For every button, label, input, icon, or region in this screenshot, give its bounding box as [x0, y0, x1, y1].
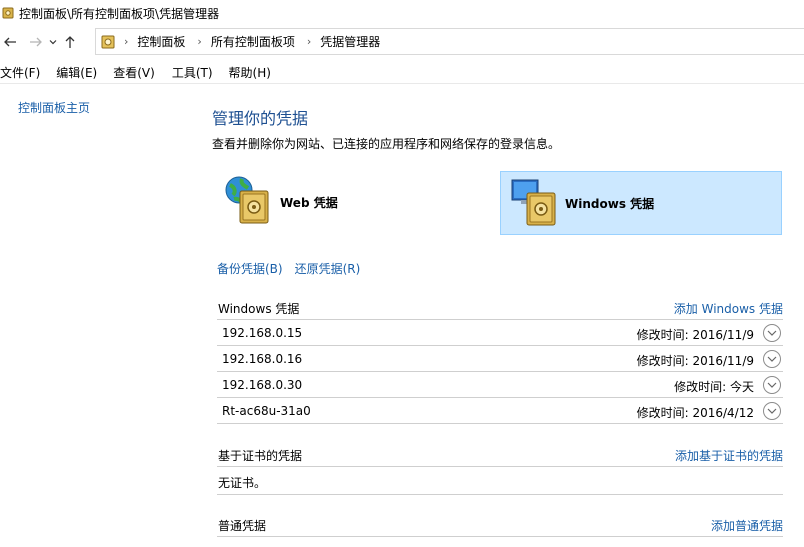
credential-row[interactable]: Rt-ac68u-31a0 修改时间: 2016/4/12	[217, 398, 783, 424]
certificate-credentials-section: 基于证书的凭据 添加基于证书的凭据 无证书。	[217, 443, 783, 495]
credential-modified: 修改时间: 今天	[674, 380, 754, 394]
expand-chevron-icon[interactable]	[763, 376, 781, 394]
menu-edit[interactable]: 编辑(E)	[56, 64, 97, 81]
breadcrumb-separator-icon: ›	[124, 35, 129, 48]
address-bar[interactable]: › 控制面板 › 所有控制面板项 › 凭据管理器	[95, 28, 804, 55]
breadcrumb-separator-icon: ›	[197, 35, 202, 48]
expand-chevron-icon[interactable]	[763, 402, 781, 420]
windows-credentials-tile[interactable]: Windows 凭据	[500, 171, 782, 235]
credential-address: 192.168.0.16	[222, 352, 303, 366]
control-panel-home-link[interactable]: 控制面板主页	[18, 99, 90, 116]
expand-chevron-icon[interactable]	[763, 324, 781, 342]
back-icon[interactable]	[0, 30, 20, 54]
credential-address: 192.168.0.30	[222, 378, 303, 392]
up-icon[interactable]	[60, 30, 80, 54]
title-bar: 控制面板\所有控制面板项\凭据管理器	[0, 0, 804, 26]
menu-bar: 文件(F) 编辑(E) 查看(V) 工具(T) 帮助(H)	[0, 62, 804, 84]
window-title: 控制面板\所有控制面板项\凭据管理器	[19, 6, 220, 21]
menu-help[interactable]: 帮助(H)	[229, 64, 271, 81]
windows-credentials-icon	[511, 177, 559, 230]
windows-credentials-section: Windows 凭据 添加 Windows 凭据 192.168.0.15 修改…	[217, 296, 783, 424]
credential-address: Rt-ac68u-31a0	[222, 404, 311, 418]
breadcrumb-control-panel[interactable]: 控制面板	[137, 33, 185, 50]
backup-credentials-link[interactable]: 备份凭据(B)	[217, 260, 283, 277]
backup-restore-actions: 备份凭据(B) 还原凭据(R)	[217, 260, 360, 277]
windows-credentials-label: Windows 凭据	[565, 196, 655, 211]
empty-message-row: 无证书。	[217, 467, 783, 495]
menu-tools[interactable]: 工具(T)	[172, 64, 213, 81]
address-row: › 控制面板 › 所有控制面板项 › 凭据管理器	[0, 28, 804, 56]
credential-modified: 修改时间: 2016/4/12	[636, 406, 754, 420]
breadcrumb-credential-manager[interactable]: 凭据管理器	[320, 33, 380, 50]
add-windows-credential-link[interactable]: 添加 Windows 凭据	[674, 300, 783, 317]
credential-row[interactable]: 192.168.0.15 修改时间: 2016/11/9	[217, 320, 783, 346]
web-credentials-icon	[222, 175, 274, 230]
menu-view[interactable]: 查看(V)	[113, 64, 155, 81]
page-title: 管理你的凭据	[212, 109, 309, 128]
section-header: 基于证书的凭据 添加基于证书的凭据	[217, 443, 783, 467]
generic-credentials-section: 普通凭据 添加普通凭据	[217, 513, 783, 537]
breadcrumb-all-items[interactable]: 所有控制面板项	[211, 33, 295, 50]
recent-locations-chevron-icon[interactable]	[46, 30, 60, 54]
menu-file[interactable]: 文件(F)	[0, 64, 40, 81]
left-panel: 控制面板主页	[0, 85, 200, 547]
section-title: 基于证书的凭据	[218, 449, 303, 463]
expand-chevron-icon[interactable]	[763, 350, 781, 368]
section-header: Windows 凭据 添加 Windows 凭据	[217, 296, 783, 320]
credential-modified: 修改时间: 2016/11/9	[636, 328, 754, 342]
add-certificate-credential-link[interactable]: 添加基于证书的凭据	[675, 447, 783, 464]
credential-row[interactable]: 192.168.0.30 修改时间: 今天	[217, 372, 783, 398]
breadcrumb-separator-icon: ›	[306, 35, 312, 48]
add-generic-credential-link[interactable]: 添加普通凭据	[711, 517, 783, 534]
page-description: 查看并删除你为网站、已连接的应用程序和网络保存的登录信息。	[212, 137, 561, 151]
section-title: Windows 凭据	[218, 302, 300, 316]
section-title: 普通凭据	[218, 519, 267, 533]
credential-manager-icon	[2, 7, 14, 19]
no-certificates-text: 无证书。	[218, 476, 267, 490]
web-credentials-tile[interactable]: Web 凭据	[222, 170, 492, 234]
web-credentials-label: Web 凭据	[280, 195, 338, 210]
restore-credentials-link[interactable]: 还原凭据(R)	[295, 260, 361, 277]
section-header: 普通凭据 添加普通凭据	[217, 513, 783, 537]
forward-icon[interactable]	[26, 30, 46, 54]
credential-row[interactable]: 192.168.0.16 修改时间: 2016/11/9	[217, 346, 783, 372]
control-panel-icon	[101, 35, 115, 49]
credential-address: 192.168.0.15	[222, 326, 303, 340]
credential-modified: 修改时间: 2016/11/9	[636, 354, 754, 368]
